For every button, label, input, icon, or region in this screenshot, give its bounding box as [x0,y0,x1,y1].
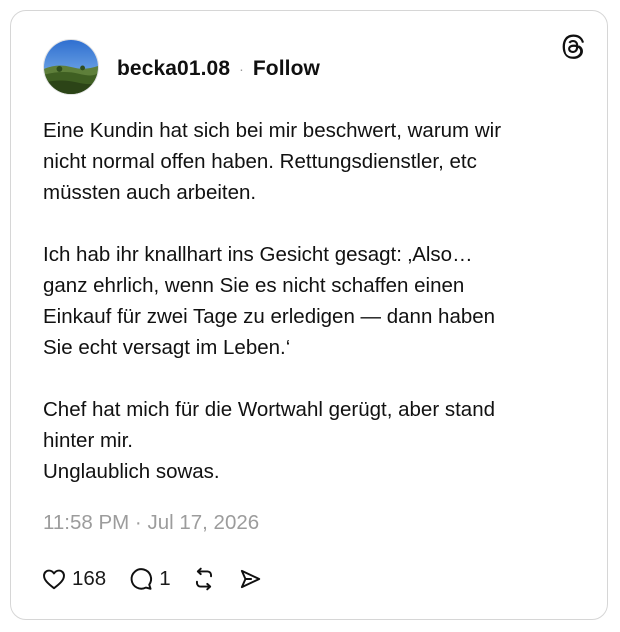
send-icon [240,569,260,589]
username[interactable]: becka01.08 [117,57,230,81]
post-timestamp[interactable]: 11:58 PM · Jul 17, 2026 [43,511,259,535]
share-button[interactable] [237,566,263,592]
heart-icon [43,569,65,590]
follow-button[interactable]: Follow [253,57,320,81]
avatar-image [44,40,98,94]
reply-button[interactable]: 1 [128,566,171,592]
post-card: becka01.08 · Follow Eine Kundin hat sich… [10,10,608,620]
action-bar: 168 1 [41,563,263,595]
reply-count: 1 [159,567,171,590]
repost-button[interactable] [191,566,217,592]
post-body-text: Eine Kundin hat sich bei mir beschwert, … [43,119,502,483]
like-count: 168 [72,567,107,590]
repost-icon [195,567,212,591]
comment-icon [130,568,153,590]
threads-logo-icon[interactable] [559,33,587,61]
header-separator: · [239,61,244,77]
post-header: becka01.08 · Follow [117,55,320,83]
like-button[interactable]: 168 [41,566,106,592]
avatar[interactable] [43,39,99,95]
